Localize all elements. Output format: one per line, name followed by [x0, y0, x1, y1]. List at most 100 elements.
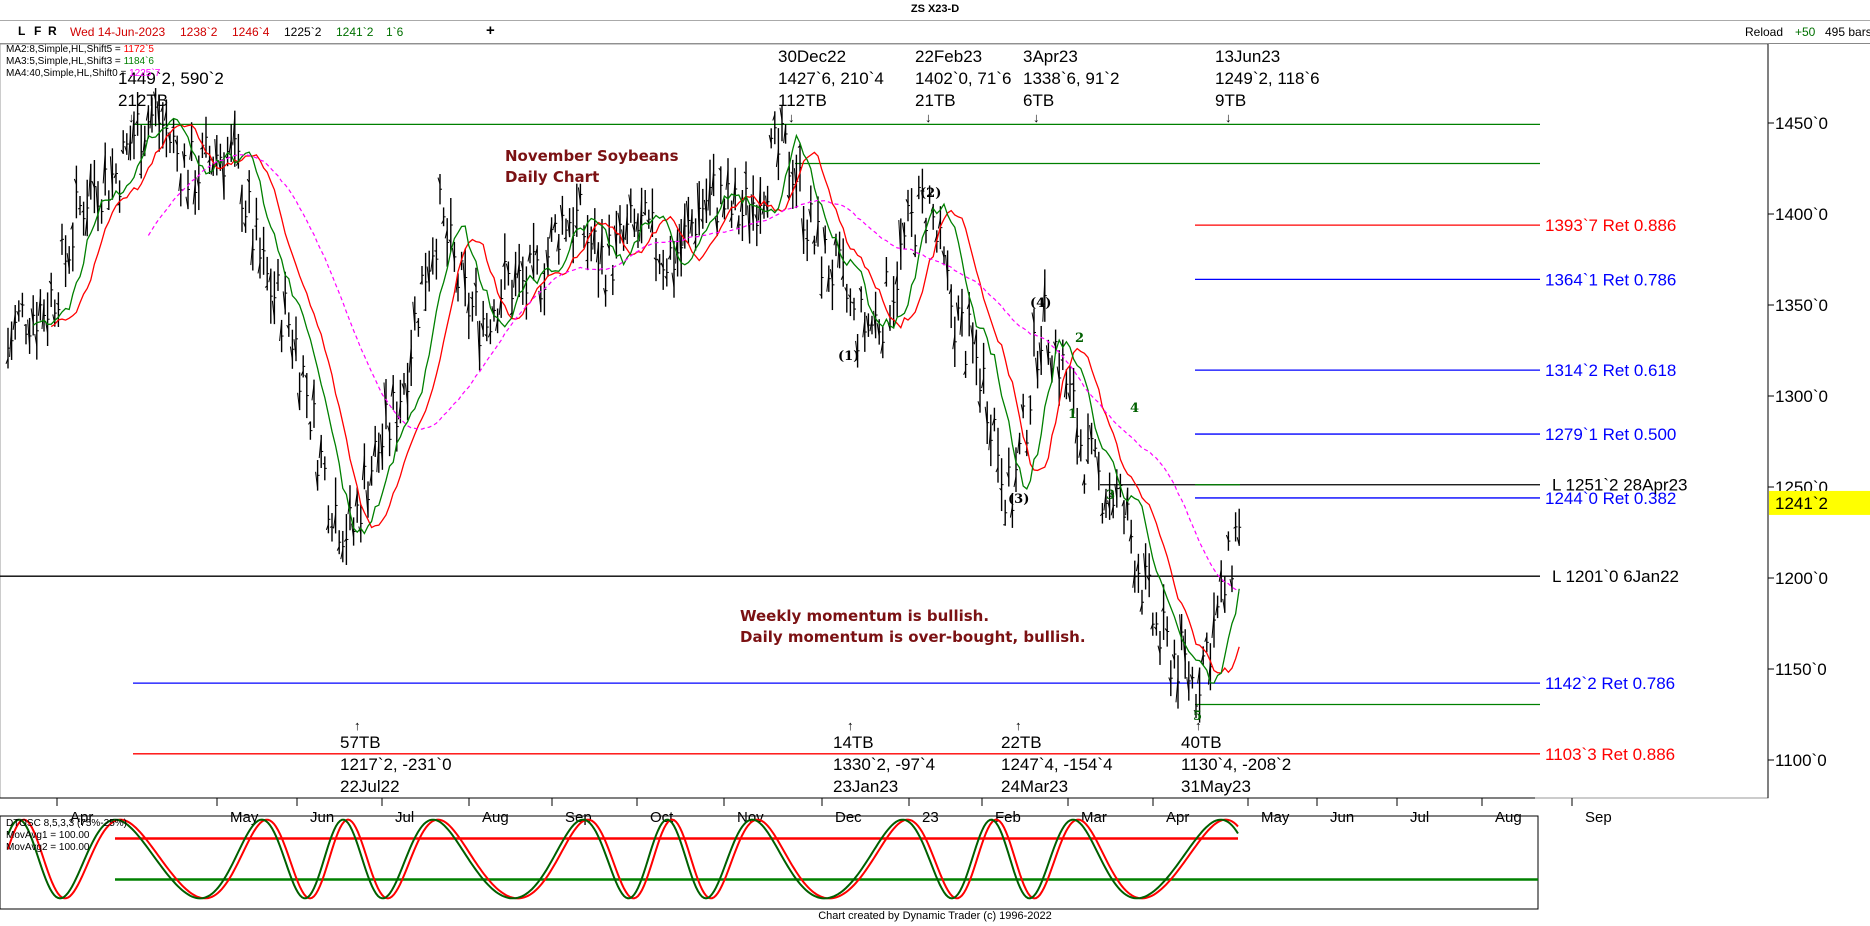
bar-open-tick — [880, 341, 884, 354]
bar-open-tick — [379, 434, 383, 466]
wave-label: 2 — [1075, 331, 1084, 346]
bar-open-tick — [693, 239, 697, 245]
bar-open-tick — [412, 301, 416, 328]
r-button[interactable]: R — [48, 24, 57, 38]
bar-open-tick — [916, 194, 920, 197]
bar-open-tick — [649, 221, 653, 233]
bar-open-tick — [855, 340, 859, 359]
current-price-label: 1241`2 — [1775, 494, 1828, 513]
bar-open-tick — [203, 150, 207, 155]
bar-open-tick — [1074, 425, 1078, 444]
bar-open-tick — [750, 194, 754, 227]
bar-open-tick — [671, 272, 675, 288]
bar-open-tick — [1081, 478, 1085, 486]
bar-open-tick — [833, 235, 837, 246]
bar-open-tick — [1143, 553, 1147, 581]
bar-open-tick — [66, 253, 70, 271]
ma4-legend: MA4:40,Simple,HL,Shift0 = 1225`7 — [6, 68, 160, 80]
bar-open-tick — [603, 288, 607, 296]
ret-label: 1103`3 Ret 0.886 — [1545, 745, 1675, 764]
high-annotation-text: 3Apr23 — [1023, 47, 1078, 66]
bar-open-tick — [1013, 476, 1017, 488]
y-tick-label: 1150`0 — [1775, 660, 1827, 679]
bar-open-tick — [884, 281, 887, 284]
bar-open-tick — [41, 301, 45, 330]
window-title: ZS X23-D — [910, 3, 960, 15]
bar-open-tick — [552, 221, 556, 229]
bar-open-tick — [56, 302, 59, 305]
x-tick-label: Feb — [995, 809, 1021, 826]
bar-open-tick — [527, 251, 531, 262]
bar-open-tick — [815, 223, 819, 244]
bar-open-tick — [639, 197, 643, 242]
x-tick-label: Aug — [1495, 809, 1522, 826]
toolbar-close: 1241`2 — [336, 25, 374, 39]
high-annotation-text: 212TB — [118, 91, 168, 110]
bar-open-tick — [664, 275, 668, 280]
ret-label: L 1251`2 28Apr23 — [1552, 476, 1687, 495]
high-annotation-text: 112TB — [778, 91, 827, 110]
bar-open-tick — [613, 225, 617, 253]
bar-open-tick — [981, 378, 985, 389]
l-button[interactable]: L — [18, 24, 25, 38]
bar-open-tick — [498, 294, 502, 315]
bar-open-tick — [178, 173, 182, 192]
toolbar-high: 1246`4 — [232, 25, 270, 39]
bar-open-tick — [264, 285, 268, 288]
low-arrow: ↑ — [354, 718, 361, 733]
bar-open-tick — [1189, 674, 1193, 682]
ma4-value: 1225`7 — [129, 68, 161, 79]
bar-open-tick — [1200, 653, 1204, 663]
bar-open-tick — [635, 215, 639, 232]
bar-open-tick — [390, 382, 394, 397]
x-tick-label: Sep — [565, 809, 592, 826]
high-annotation-text: 9TB — [1215, 91, 1246, 110]
bar-open-tick — [901, 222, 905, 237]
bar-open-tick — [534, 247, 538, 256]
bar-open-tick — [999, 487, 1002, 491]
y-tick-label: 1300`0 — [1775, 387, 1828, 406]
bar-open-tick — [538, 290, 542, 309]
ret-label: L 1201`0 6Jan22 — [1552, 567, 1679, 586]
bar-open-tick — [628, 194, 632, 209]
bar-open-tick — [232, 113, 236, 146]
bar-open-tick — [887, 322, 891, 330]
bars-count: 495 bars — [1825, 25, 1870, 39]
bar-open-tick — [1078, 447, 1082, 458]
wave-label: 5 — [1193, 709, 1202, 724]
price-chart[interactable]: 1393`7 Ret 0.886 1364`1 Ret 0.786 1314`2 R… — [0, 0, 1870, 926]
ma40-line — [147, 154, 1240, 592]
bar-open-tick — [1222, 598, 1226, 613]
bar-open-tick — [16, 310, 20, 317]
bar-open-tick — [307, 421, 311, 425]
annotation-momentum2: Daily momentum is over-bought, bullish. — [740, 628, 1086, 646]
bar-open-tick — [48, 280, 52, 285]
reload-button[interactable]: Reload — [1745, 25, 1783, 39]
bar-open-tick — [131, 114, 135, 144]
high-annotation-text: 1249`2, 118`6 — [1215, 69, 1320, 88]
wave-label: (4) — [1030, 296, 1051, 311]
bar-open-tick — [779, 107, 783, 121]
bar-open-tick — [977, 401, 981, 408]
bar-open-tick — [1161, 606, 1165, 612]
bar-open-tick — [185, 196, 189, 209]
high-arrow: ↓ — [128, 110, 135, 125]
bar-open-tick — [1146, 576, 1150, 582]
bar-open-tick — [73, 178, 77, 185]
high-annotation-text: 1402`0, 71`6 — [915, 69, 1011, 88]
bar-open-tick — [441, 219, 445, 225]
bar-open-tick — [401, 383, 405, 390]
bar-open-tick — [174, 139, 178, 146]
bar-open-tick — [325, 524, 329, 531]
add-tab-button[interactable]: + — [486, 22, 495, 39]
bar-open-tick — [1132, 571, 1136, 588]
bar-open-tick — [826, 273, 830, 292]
bar-open-tick — [595, 243, 599, 263]
wave-label: 3 — [1106, 488, 1115, 503]
f-button[interactable]: F — [34, 24, 41, 38]
bar-open-tick — [88, 164, 92, 197]
high-arrow: ↓ — [1033, 110, 1040, 125]
x-tick-label: 23 — [922, 809, 939, 826]
bar-open-tick — [1207, 660, 1211, 685]
bar-open-tick — [196, 177, 200, 189]
